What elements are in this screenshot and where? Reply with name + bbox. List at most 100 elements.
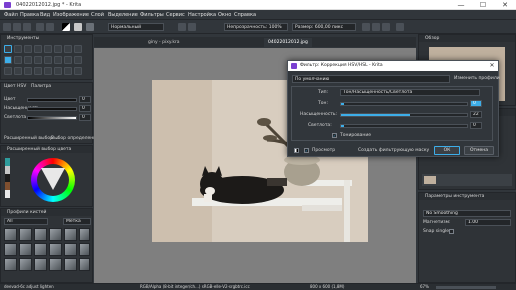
tab-document-jpg[interactable]: 04022012012.jpg [264,38,312,47]
new-document-icon[interactable] [3,23,11,31]
maximize-button[interactable]: ☐ [472,0,494,10]
tab-palette[interactable]: Палитра [31,84,51,89]
opacity-slider[interactable]: Непрозрачность: 100% [224,23,288,31]
lightness-slider[interactable] [340,124,468,128]
preserve-alpha-icon[interactable] [188,23,196,31]
hue-value[interactable]: 0 [79,96,91,103]
color-history[interactable] [5,158,10,198]
mirror-vertical-icon[interactable] [372,23,380,31]
brush-preset-item[interactable] [79,258,90,271]
preset-select[interactable]: По умолчанию [292,75,450,83]
zoom-tool-icon[interactable] [74,67,82,75]
polygon-select-tool-icon[interactable] [24,67,32,75]
brush-preset-item[interactable] [49,258,62,271]
rect-select-tool-icon[interactable] [4,67,12,75]
brush-preset-item[interactable] [4,228,17,241]
brush-size-slider[interactable]: Размер: 600,00 пикс [292,23,356,31]
move-tool-icon[interactable] [14,45,22,53]
dialog-close-button[interactable]: ✕ [486,61,498,71]
save-document-icon[interactable] [23,23,31,31]
multibrush-tool-icon[interactable] [74,45,82,53]
brush-preset-item[interactable] [34,228,47,241]
workspace-icon[interactable] [396,23,404,31]
fg-bg-color-icon[interactable] [62,23,70,31]
value-slider[interactable] [27,116,77,120]
freehand-brush-tool-icon[interactable] [4,56,12,64]
zoom-slider[interactable] [436,286,496,289]
brush-preset-item[interactable] [19,258,32,271]
menu-edit[interactable]: Правка [20,12,39,18]
create-filter-mask-button[interactable]: Создать фильтрующую маску [358,148,429,153]
menu-window[interactable]: Окно [218,12,231,18]
gradient-icon[interactable] [74,23,82,31]
text-tool-icon[interactable] [34,45,42,53]
fill-tool-icon[interactable] [54,67,62,75]
preset-search-input[interactable]: Метка [63,218,91,225]
transform-tool-icon[interactable] [4,45,12,53]
tab-hsv-color[interactable]: Цвет HSV [4,84,26,89]
menu-layer[interactable]: Слой [91,12,104,18]
hue-slider[interactable] [27,98,77,102]
hue-slider[interactable] [340,102,468,106]
ellipse-select-tool-icon[interactable] [14,67,22,75]
polyline-tool-icon[interactable] [54,56,62,64]
crop-tool-icon[interactable] [24,45,32,53]
menu-settings[interactable]: Настройка [188,12,216,18]
brush-preset-item[interactable] [79,228,90,241]
minimize-button[interactable]: — [450,0,472,10]
contiguous-select-tool-icon[interactable] [44,67,52,75]
shape-edit-tool-icon[interactable] [44,45,52,53]
mirror-horizontal-icon[interactable] [362,23,370,31]
brush-preset-item[interactable] [34,243,47,256]
menu-tools[interactable]: Сервис [166,12,185,18]
freehand-path-tool-icon[interactable] [74,56,82,64]
preset-tag-select[interactable]: All [4,218,48,225]
saturation-slider[interactable] [27,107,77,111]
brush-preset-item[interactable] [4,258,17,271]
menu-help[interactable]: Справка [234,12,256,18]
pattern-icon[interactable] [86,23,94,31]
saturation-slider[interactable] [340,113,468,117]
brush-preset-item[interactable] [19,228,32,241]
menu-file[interactable]: Файл [4,12,18,18]
saturation-value[interactable]: 0 [79,105,91,112]
brush-preset-item[interactable] [64,228,77,241]
menu-image[interactable]: Изображение [53,12,89,18]
brush-preset-item[interactable] [64,243,77,256]
hue-spinbox[interactable]: 0 [470,100,482,107]
edit-profiles-button[interactable]: Изменить профили [454,76,500,81]
brush-preset-item[interactable] [79,243,90,256]
split-preview-icon[interactable] [294,148,299,153]
wrap-around-icon[interactable] [382,23,390,31]
brush-preset-item[interactable] [49,243,62,256]
calligraphy-tool-icon[interactable] [54,45,62,53]
undo-icon[interactable] [36,23,44,31]
color-triangle[interactable] [41,168,65,190]
color-picker-tool-icon[interactable] [64,67,72,75]
open-document-icon[interactable] [13,23,21,31]
brush-preset-item[interactable] [64,258,77,271]
colorize-checkbox[interactable]: ✓ [332,133,337,138]
menu-view[interactable]: Вид [40,12,50,18]
ellipse-tool-icon[interactable] [34,56,42,64]
brush-preset-item[interactable] [34,258,47,271]
lightness-spinbox[interactable]: 0 [470,122,482,129]
brush-preset-item[interactable] [49,228,62,241]
freehand-select-tool-icon[interactable] [34,67,42,75]
redo-icon[interactable] [46,23,54,31]
value-value[interactable]: 0 [79,114,91,121]
close-button[interactable]: ✕ [494,0,516,10]
bezier-tool-icon[interactable] [64,56,72,64]
gradient-tool-icon[interactable] [64,45,72,53]
cancel-button[interactable]: Отмена [464,146,494,155]
ok-button[interactable]: ОК [434,146,460,155]
menu-filters[interactable]: Фильтры [140,12,164,18]
saturation-spinbox[interactable]: 22 [470,111,482,118]
erase-mode-icon[interactable] [178,23,186,31]
type-select[interactable]: Тон/Насыщенность/Светлота [340,89,480,96]
smoothing-select[interactable]: No Smoothing [423,210,511,217]
preview-checkbox[interactable]: ✓ [304,148,309,153]
brush-preset-item[interactable] [19,243,32,256]
brush-preset-item[interactable] [4,243,17,256]
blend-mode-select[interactable]: Нормальный [108,23,164,31]
